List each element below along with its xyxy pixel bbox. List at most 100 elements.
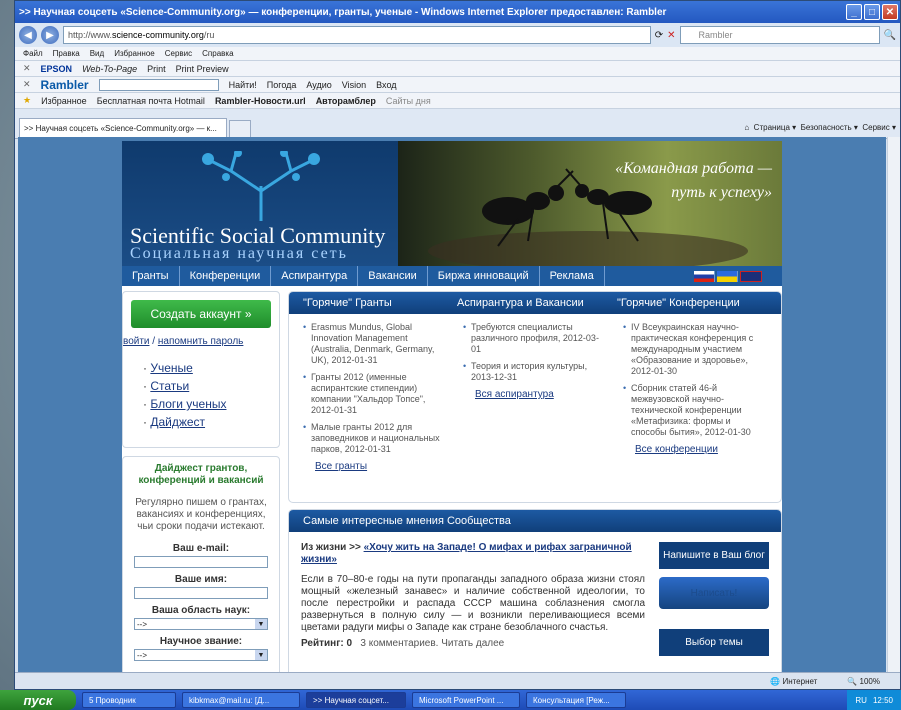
favorites-star-icon[interactable]: ★: [23, 95, 31, 106]
list-item[interactable]: Теория и история культуры, 2013-12-31: [463, 361, 607, 383]
maximize-button[interactable]: □: [864, 4, 880, 20]
stop-icon[interactable]: ✕: [667, 30, 675, 41]
grants-column: Erasmus Mundus, Global Innovation Manage…: [295, 322, 455, 472]
tool-page[interactable]: Страница: [754, 123, 790, 132]
uk-flag-icon[interactable]: [740, 270, 762, 282]
rambler-search-input[interactable]: [98, 78, 219, 91]
fav-hotmail[interactable]: Бесплатная почта Hotmail: [97, 96, 205, 106]
field-select[interactable]: --> ▼: [134, 618, 268, 630]
degree-select[interactable]: --> ▼: [134, 649, 268, 661]
link-articles[interactable]: · Статьи: [143, 377, 279, 395]
task-consult[interactable]: Консультация [Реж...: [526, 692, 626, 708]
opinion-sidebar: Напишите в Ваш блог Написать! Выбор темы: [659, 542, 769, 656]
command-bar: ⌂ Страница ▾ Безопасность ▾ Сервис ▾: [744, 123, 896, 132]
menu-bar: Файл Правка Вид Избранное Сервис Справка: [15, 47, 900, 61]
choose-topic-heading[interactable]: Выбор темы: [659, 629, 769, 656]
link-blogs[interactable]: · Блоги ученых: [143, 395, 279, 413]
menu-tools[interactable]: Сервис: [165, 49, 192, 58]
taskbar: пуск 5 Проводник kibkmax@mail.ru: [Д... …: [0, 690, 901, 710]
url-input[interactable]: http://www. science-community.org/ru: [63, 26, 651, 44]
new-tab-button[interactable]: [229, 120, 251, 138]
rambler-weather[interactable]: Погода: [267, 80, 297, 90]
search-icon[interactable]: 🔍: [884, 30, 896, 41]
minimize-button[interactable]: _: [846, 4, 862, 20]
zoom-control[interactable]: 🔍 100%: [847, 677, 880, 686]
epson-web-to-page[interactable]: Web-To-Page: [82, 64, 137, 74]
menu-favorites[interactable]: Избранное: [114, 49, 155, 58]
rambler-login[interactable]: Вход: [376, 80, 396, 90]
vertical-scrollbar[interactable]: [887, 137, 900, 674]
list-item[interactable]: IV Всеукраинская научно-практическая кон…: [623, 322, 767, 377]
fav-rambler-news[interactable]: Rambler-Новости.url: [215, 96, 306, 106]
language-indicator[interactable]: RU: [855, 696, 867, 705]
task-powerpoint[interactable]: Microsoft PowerPoint ...: [412, 692, 520, 708]
start-button[interactable]: пуск: [0, 690, 76, 710]
menu-ads[interactable]: Реклама: [540, 266, 605, 286]
menu-grants[interactable]: Гранты: [122, 266, 180, 286]
digest-title: Дайджест грантов, конференций и вакансий: [138, 463, 264, 486]
email-label: Ваш e-mail:: [172, 543, 230, 554]
favorites-button[interactable]: Избранное: [41, 96, 87, 106]
opinions-header: Самые интересные мнения Сообщества: [289, 510, 781, 532]
fav-autorambler[interactable]: Авторамблер: [316, 96, 376, 106]
menu-conferences[interactable]: Конференции: [180, 266, 272, 286]
close-toolbar-icon[interactable]: ✕: [23, 63, 31, 74]
opinion-article: Из жизни >> «Хочу жить на Западе! О мифа…: [301, 542, 645, 656]
list-item[interactable]: Гранты 2012 (именные аспирантские стипен…: [303, 372, 447, 416]
ru-flag-icon[interactable]: [694, 270, 715, 282]
menu-view[interactable]: Вид: [90, 49, 104, 58]
rambler-audio[interactable]: Аудио: [306, 80, 331, 90]
menu-postgrad[interactable]: Аспирантура: [271, 266, 359, 286]
forward-icon[interactable]: ▶: [41, 26, 59, 44]
close-button[interactable]: ✕: [882, 4, 898, 20]
create-account-button[interactable]: Создать аккаунт »: [131, 300, 271, 328]
tool-service[interactable]: Сервис: [862, 123, 889, 132]
ua-flag-icon[interactable]: [717, 270, 738, 282]
email-field[interactable]: [134, 556, 268, 568]
menu-help[interactable]: Справка: [202, 49, 233, 58]
all-grants-link[interactable]: Все гранты: [315, 461, 447, 472]
list-item[interactable]: Малые гранты 2012 для заповедников и нац…: [303, 422, 447, 455]
list-item[interactable]: Требуются специалисты различного профиля…: [463, 322, 607, 355]
back-icon[interactable]: ◀: [19, 26, 37, 44]
list-item[interactable]: Erasmus Mundus, Global Innovation Manage…: [303, 322, 447, 366]
tool-security[interactable]: Безопасность: [801, 123, 852, 132]
write-button[interactable]: Написать!: [659, 577, 769, 609]
search-input[interactable]: Rambler: [679, 26, 880, 44]
fav-sites[interactable]: Сайты дня: [386, 96, 431, 106]
link-scientists[interactable]: · Ученые: [143, 359, 279, 377]
tab-active[interactable]: >> Научная соцсеть «Science-Community.or…: [19, 118, 227, 138]
menu-vacancies[interactable]: Вакансии: [358, 266, 428, 286]
login-link[interactable]: войти: [123, 336, 150, 347]
close-toolbar-icon[interactable]: ✕: [23, 79, 31, 90]
epson-print[interactable]: Print: [147, 64, 166, 74]
name-field[interactable]: [134, 587, 268, 599]
login-links: войти / напомнить пароль: [123, 336, 244, 347]
menu-file[interactable]: Файл: [23, 49, 43, 58]
home-icon[interactable]: ⌂: [744, 123, 749, 132]
title-bar: >> Научная соцсеть «Science-Community.or…: [15, 1, 900, 23]
task-ie[interactable]: >> Научная соцсет...: [306, 692, 406, 708]
refresh-icon[interactable]: ⟳: [655, 30, 663, 41]
system-tray: RU 12:50: [847, 690, 901, 710]
address-bar: ◀ ▶ http://www. science-community.org/ru …: [15, 23, 900, 47]
task-mail[interactable]: kibkmax@mail.ru: [Д...: [182, 692, 300, 708]
link-digest[interactable]: · Дайджест: [143, 413, 279, 431]
all-postgrad-link[interactable]: Вся аспирантура: [475, 389, 607, 400]
list-item[interactable]: Сборник статей 46-й межвузовской научно-…: [623, 383, 767, 438]
read-more-link[interactable]: 3 комментариев. Читать далее: [360, 638, 504, 649]
digest-text: Регулярно пишем о грантах, вакансиях и к…: [135, 497, 267, 532]
task-explorer[interactable]: 5 Проводник: [82, 692, 176, 708]
remind-password-link[interactable]: напомнить пароль: [158, 336, 244, 347]
account-box: Создать аккаунт » войти / напомнить паро…: [122, 291, 280, 448]
digest-box: Дайджест грантов, конференций и вакансий…: [122, 456, 280, 674]
rambler-vision[interactable]: Vision: [342, 80, 366, 90]
all-conferences-link[interactable]: Все конференции: [635, 444, 767, 455]
tree-logo-icon: [202, 151, 320, 221]
epson-preview[interactable]: Print Preview: [176, 64, 229, 74]
rambler-search-button[interactable]: Найти!: [229, 80, 257, 90]
logo-area: Scientific Social Community Социальная н…: [122, 141, 398, 266]
name-label: Ваше имя:: [174, 574, 228, 585]
menu-edit[interactable]: Правка: [53, 49, 80, 58]
menu-innovation[interactable]: Биржа инноваций: [428, 266, 540, 286]
